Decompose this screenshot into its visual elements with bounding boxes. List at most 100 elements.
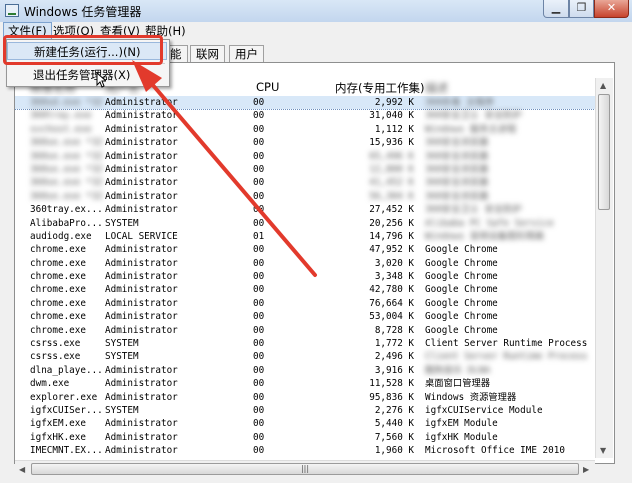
process-description: 360杀毒 主程序 — [425, 97, 494, 108]
process-memory: 95,836 K — [369, 391, 414, 403]
close-button[interactable]: ✕ — [594, 0, 629, 18]
process-image-name: 360se.exe *32 — [30, 177, 103, 189]
process-row[interactable]: 360tray.exe Administrator 00 31,040 K 360安全卫… — [15, 109, 595, 122]
process-image-name: 360se.exe *32 — [30, 163, 103, 175]
process-cpu: 00 — [253, 123, 265, 135]
process-memory: 20,256 K — [369, 217, 414, 229]
process-cpu: 00 — [253, 284, 265, 296]
process-memory: 1,112 K — [374, 123, 414, 135]
minimize-button[interactable]: ▁ — [543, 0, 569, 18]
process-cpu: 00 — [253, 97, 265, 108]
mouse-cursor-icon — [96, 72, 106, 88]
process-row[interactable]: csrss.exe SYSTEM 00 2,496 K Client Server Ru… — [15, 350, 595, 363]
process-image-name: chrome.exe — [30, 244, 86, 256]
process-row[interactable]: chrome.exe Administrator 00 3,348 K Google C… — [15, 270, 595, 283]
task-manager-icon — [5, 4, 19, 17]
process-row[interactable]: chrome.exe Administrator 00 3,020 K Google C… — [15, 257, 595, 270]
process-cpu: 00 — [253, 297, 265, 309]
process-image-name: igfxHK.exe — [30, 431, 86, 443]
process-description: Google Chrome — [425, 311, 498, 323]
tab-network[interactable]: 联网 — [190, 45, 225, 63]
process-row[interactable]: chrome.exe Administrator 00 42,780 K Google … — [15, 283, 595, 296]
horizontal-scroll-thumb[interactable]: ||| — [31, 463, 579, 475]
process-image-name: chrome.exe — [30, 271, 86, 283]
process-user-name: Administrator — [105, 190, 178, 202]
process-memory: 3,020 K — [374, 257, 414, 269]
process-row[interactable]: 360se.exe *32 Administrator 00 65,496 K 360安… — [15, 150, 595, 163]
process-image-name: AlibabaPro... — [30, 217, 103, 229]
scroll-left-icon[interactable]: ◀ — [19, 465, 25, 474]
menu-item-exit[interactable]: 退出任务管理器(X) — [7, 66, 167, 84]
highlight-box — [3, 35, 163, 65]
scroll-down-icon[interactable]: ▼ — [600, 446, 606, 455]
process-memory: 2,992 K — [374, 97, 414, 108]
process-user-name: Administrator — [105, 391, 178, 403]
process-row[interactable]: IMECMNT.EX... Administrator 00 1,960 K Micro… — [15, 444, 595, 456]
process-image-name: chrome.exe — [30, 324, 86, 336]
process-image-name: chrome.exe — [30, 311, 86, 323]
process-row[interactable]: 360sd.exe *32 Administrator 00 2,992 K 360杀毒… — [15, 96, 595, 111]
scroll-up-icon[interactable]: ▲ — [600, 81, 606, 90]
column-memory[interactable]: 内存(专用工作集) — [335, 80, 424, 96]
process-memory: 5,440 K — [374, 418, 414, 430]
process-image-name: dwm.exe — [30, 378, 70, 390]
vertical-scroll-thumb[interactable] — [598, 94, 610, 210]
process-row[interactable]: 360se.exe *32 Administrator 00 56,304 K 360安… — [15, 190, 595, 203]
tab-users[interactable]: 用户 — [229, 45, 264, 63]
process-row[interactable]: chrome.exe Administrator 00 76,664 K Google … — [15, 297, 595, 310]
process-description: Windows 服务主进程 — [425, 123, 517, 135]
process-user-name: SYSTEM — [105, 217, 139, 229]
process-row[interactable]: 360se.exe *32 Administrator 00 15,936 K 360安… — [15, 136, 595, 149]
process-row[interactable]: chrome.exe Administrator 00 47,952 K Google … — [15, 243, 595, 256]
process-description: Microsoft Office IME 2010 — [425, 445, 565, 456]
process-row[interactable]: audiodg.exe LOCAL SERVICE 01 14,796 K Window… — [15, 230, 595, 243]
process-cpu: 00 — [253, 257, 265, 269]
process-description: igfxCUIService Module — [425, 404, 543, 416]
process-user-name: SYSTEM — [105, 351, 139, 363]
process-memory: 15,936 K — [369, 137, 414, 149]
process-cpu: 00 — [253, 163, 265, 175]
process-row[interactable]: explorer.exe Administrator 00 95,836 K Windo… — [15, 391, 595, 404]
process-memory: 56,304 K — [369, 190, 414, 202]
column-description[interactable]: 描述 — [425, 80, 448, 96]
process-memory: 76,664 K — [369, 297, 414, 309]
process-description: Google Chrome — [425, 244, 498, 256]
process-image-name: 360tray.exe — [30, 110, 92, 122]
process-cpu: 00 — [253, 445, 265, 456]
process-row[interactable]: 360se.exe *32 Administrator 00 41,452 K 360安… — [15, 176, 595, 189]
process-cpu: 00 — [253, 217, 265, 229]
process-row[interactable]: dwm.exe Administrator 00 11,528 K 桌面窗口管理器 — [15, 377, 595, 390]
process-cpu: 00 — [253, 364, 265, 376]
process-cpu: 00 — [253, 150, 265, 162]
horizontal-scrollbar[interactable]: ◀ ||| ▶ — [15, 460, 595, 478]
process-row[interactable]: 360se.exe *32 Administrator 00 12,800 K 360安… — [15, 163, 595, 176]
process-memory: 2,496 K — [374, 351, 414, 363]
process-description: 360安全卫士 安全防护 — [425, 110, 522, 122]
process-row[interactable]: chrome.exe Administrator 00 53,004 K Google … — [15, 310, 595, 323]
process-row[interactable]: igfxHK.exe Administrator 00 7,560 K igfxHK M… — [15, 431, 595, 444]
process-user-name: Administrator — [105, 177, 178, 189]
process-cpu: 00 — [253, 418, 265, 430]
process-row[interactable]: chrome.exe Administrator 00 8,728 K Google C… — [15, 324, 595, 337]
process-row[interactable]: igfxEM.exe Administrator 00 5,440 K igfxEM M… — [15, 417, 595, 430]
process-user-name: Administrator — [105, 137, 178, 149]
process-row[interactable]: igfxCUISer... SYSTEM 00 2,276 K igfxCUIServi… — [15, 404, 595, 417]
process-description: Google Chrome — [425, 324, 498, 336]
title-bar[interactable]: Windows 任务管理器 ▁ ❐ ✕ — [0, 0, 632, 22]
process-image-name: dlna_playe... — [30, 364, 103, 376]
process-description: 360安全浏览器 — [425, 163, 489, 175]
column-cpu[interactable]: CPU — [256, 80, 279, 94]
maximize-button[interactable]: ❐ — [569, 0, 594, 18]
process-row[interactable]: svchost.exe Administrator 00 1,112 K Windows… — [15, 123, 595, 136]
scroll-right-icon[interactable]: ▶ — [583, 465, 589, 474]
process-row[interactable]: AlibabaPro... SYSTEM 00 20,256 K Alibaba PC … — [15, 217, 595, 230]
process-row[interactable]: 360tray.ex... Administrator 00 27,452 K 360安… — [15, 203, 595, 216]
process-table: 360sd.exe *32 Administrator 00 2,992 K 360杀毒… — [15, 96, 595, 456]
process-description: 360安全浏览器 — [425, 150, 489, 162]
maximize-icon: ❐ — [576, 1, 587, 14]
process-row[interactable]: csrss.exe SYSTEM 00 1,772 K Client Server Ru… — [15, 337, 595, 350]
vertical-scrollbar[interactable]: ▲ ▼ — [595, 78, 613, 458]
process-memory: 1,772 K — [374, 338, 414, 350]
process-row[interactable]: dlna_playe... Administrator 00 3,916 K 酷狗音乐 … — [15, 364, 595, 377]
process-memory: 2,276 K — [374, 404, 414, 416]
